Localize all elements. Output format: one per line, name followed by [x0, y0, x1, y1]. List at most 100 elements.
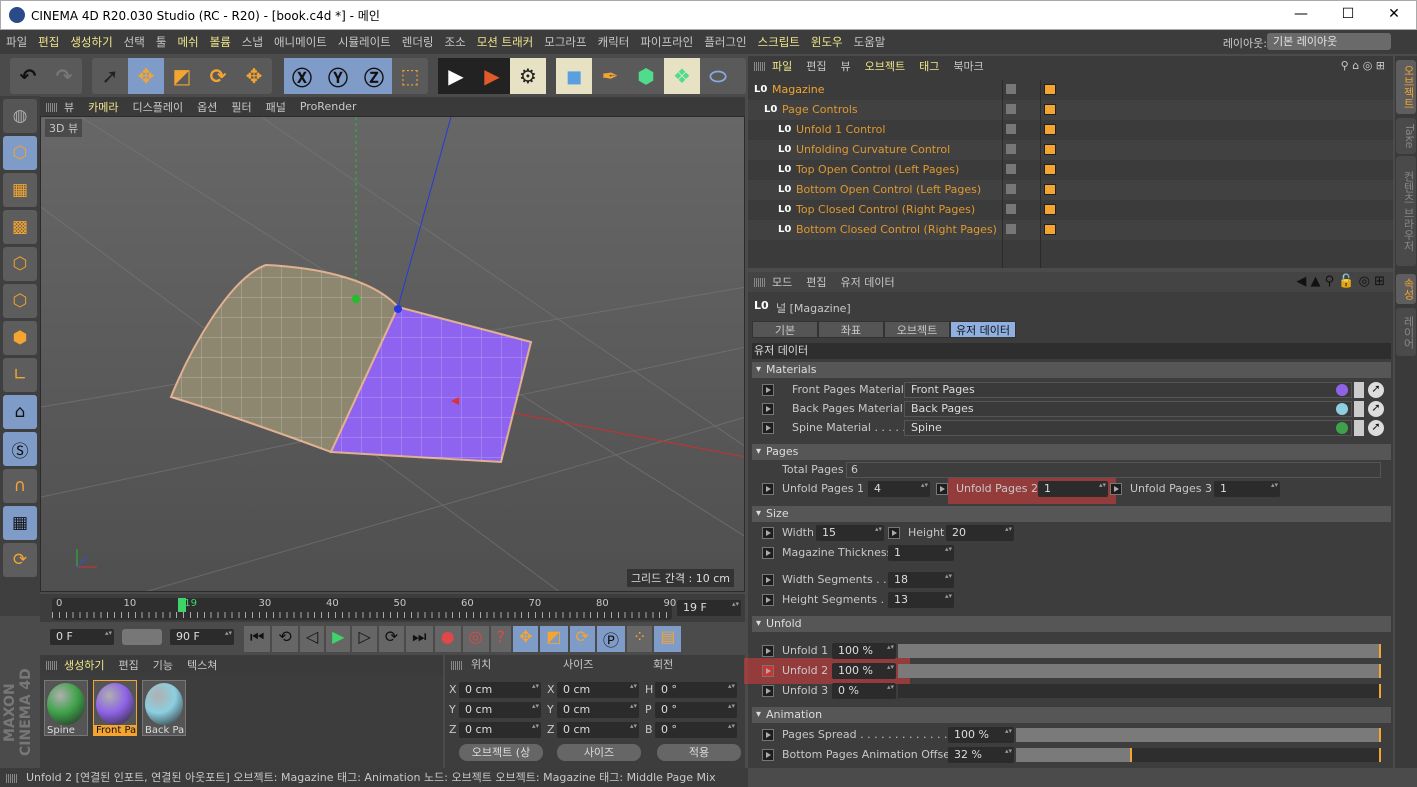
coord-field[interactable]: 0 cm: [459, 722, 541, 738]
key-rotation-icon[interactable]: ⟳: [569, 626, 595, 652]
key-pla-icon[interactable]: ⁘: [626, 626, 653, 652]
unfold-slider[interactable]: [898, 644, 1381, 658]
menu-item[interactable]: 선택: [124, 34, 145, 50]
keyframe-selection-icon[interactable]: ?: [490, 626, 511, 652]
viewport-menu-item[interactable]: 패널: [266, 99, 286, 115]
object-row[interactable]: L0 Bottom Closed Control (Right Pages): [748, 220, 1393, 240]
subdivision-icon[interactable]: ⬢: [628, 58, 664, 94]
unfold-pages-1-field[interactable]: 4: [868, 481, 930, 497]
unfold-field[interactable]: 100 %: [832, 643, 896, 659]
material-link-field[interactable]: Front Pages: [904, 382, 1352, 398]
visibility-toggle[interactable]: [1006, 124, 1016, 134]
object-menu-item[interactable]: 태그: [919, 58, 939, 74]
prev-frame-icon[interactable]: ◁: [299, 626, 325, 652]
object-row[interactable]: L0 Magazine: [748, 80, 1393, 100]
menu-item[interactable]: 파일: [6, 34, 27, 50]
attribute-nav-icons[interactable]: ◀ ▲ ⚲ 🔓 ◎ ⊞: [1296, 274, 1385, 289]
xpresso-tag-icon[interactable]: [1044, 124, 1056, 135]
visibility-toggle[interactable]: [1006, 104, 1016, 114]
link-arrow-button[interactable]: [1354, 382, 1364, 398]
side-tab-1[interactable]: Take: [1396, 118, 1416, 154]
workplane-rotate-icon[interactable]: ⟳: [3, 543, 37, 577]
points-mode-icon[interactable]: ⬡: [3, 247, 37, 281]
unfold-field[interactable]: 0 %: [832, 683, 896, 699]
viewport-menu-item[interactable]: 뷰: [64, 99, 74, 115]
object-row[interactable]: L0 Bottom Open Control (Left Pages): [748, 180, 1393, 200]
material-menu-item[interactable]: 편집: [118, 657, 138, 673]
key-param-icon[interactable]: Ⓟ: [596, 626, 625, 652]
cloner-icon[interactable]: ❖: [664, 58, 700, 94]
viewport-menu-item[interactable]: 옵션: [197, 99, 217, 115]
range-slider[interactable]: [122, 629, 162, 645]
xpresso-tag-icon[interactable]: [1044, 84, 1056, 95]
object-row[interactable]: L0 Unfolding Curvature Control: [748, 140, 1393, 160]
coord-field[interactable]: 0 °: [655, 702, 737, 718]
xpresso-tag-icon[interactable]: [1044, 144, 1056, 155]
scale-icon[interactable]: ◩: [164, 58, 200, 94]
object-menu-item[interactable]: 오브젝트: [865, 58, 905, 74]
coord-field[interactable]: 0 cm: [459, 702, 541, 718]
keyframe-button[interactable]: [762, 527, 774, 539]
viewport-menu-item[interactable]: 필터: [231, 99, 251, 115]
xpresso-tag-icon[interactable]: [1044, 104, 1056, 115]
solo-icon[interactable]: Ⓢ: [3, 432, 37, 466]
viewport-menu-item[interactable]: 디스플레이: [133, 99, 184, 115]
key-position-icon[interactable]: ✥: [513, 626, 539, 652]
tab-3[interactable]: 유저 데이터: [950, 321, 1016, 338]
minimize-button[interactable]: —: [1286, 6, 1316, 22]
keyframe-button[interactable]: [762, 574, 774, 586]
3d-viewport[interactable]: 3D 뷰 그리드 간격 : 10 cm: [40, 116, 745, 592]
current-frame-field[interactable]: 19 F: [677, 600, 741, 616]
timeline-icon[interactable]: ▤: [654, 626, 682, 652]
coordinate-system-icon[interactable]: ⬚: [392, 58, 428, 94]
menu-item[interactable]: 파이프라인: [640, 34, 693, 50]
material-swatch[interactable]: Front Pa: [93, 680, 137, 736]
menu-item[interactable]: 스냅: [242, 34, 263, 50]
animation-field[interactable]: 100 %: [948, 727, 1014, 743]
keyframe-button[interactable]: [762, 547, 774, 559]
side-tab-2[interactable]: 컨텐츠 브라우저: [1396, 156, 1416, 266]
keyframe-button[interactable]: [762, 384, 774, 396]
keyframe-button[interactable]: [936, 483, 948, 495]
close-button[interactable]: ✕: [1379, 6, 1409, 22]
menu-item[interactable]: 스크립트: [758, 34, 800, 50]
keyframe-button[interactable]: [762, 749, 774, 761]
cube-icon[interactable]: ◼: [556, 58, 592, 94]
object-manager-tools-icon[interactable]: ⚲ ⌂ ◎ ⊞: [1341, 59, 1385, 72]
object-menu-item[interactable]: 뷰: [841, 58, 851, 74]
menu-item[interactable]: 모션 트래커: [477, 34, 534, 50]
link-arrow-button[interactable]: [1354, 401, 1364, 417]
size-mode-dropdown[interactable]: 사이즈: [557, 744, 641, 761]
go-to-start-icon[interactable]: ⏮: [244, 626, 271, 652]
visibility-toggle[interactable]: [1006, 184, 1016, 194]
menu-item[interactable]: 윈도우: [811, 34, 843, 50]
model-mode-icon[interactable]: ⬡: [3, 136, 37, 170]
record-icon[interactable]: ●: [434, 626, 461, 652]
menu-item[interactable]: 편집: [38, 34, 59, 50]
coord-field[interactable]: 0 cm: [459, 682, 541, 698]
menu-item[interactable]: 툴: [156, 34, 167, 50]
move-icon[interactable]: ✥: [128, 58, 164, 94]
animation-section[interactable]: Animation: [752, 707, 1391, 723]
animation-field[interactable]: 32 %: [948, 747, 1014, 763]
keyframe-button[interactable]: [762, 729, 774, 741]
object-row[interactable]: L0 Top Closed Control (Right Pages): [748, 200, 1393, 220]
undo-icon[interactable]: ↶: [10, 58, 46, 94]
coord-field[interactable]: 0 cm: [557, 702, 639, 718]
y-axis-icon[interactable]: Ⓨ: [320, 58, 356, 94]
thickness-field[interactable]: 1: [888, 545, 954, 561]
z-axis-icon[interactable]: Ⓩ: [356, 58, 392, 94]
render-view-icon[interactable]: ▶: [438, 58, 474, 94]
object-row[interactable]: L0 Unfold 1 Control: [748, 120, 1393, 140]
menu-item[interactable]: 모그라프: [544, 34, 586, 50]
tweak-mode-icon[interactable]: ⌂: [3, 395, 37, 429]
visibility-toggle[interactable]: [1006, 204, 1016, 214]
make-editable-icon[interactable]: ◍: [3, 99, 37, 133]
x-axis-icon[interactable]: Ⓧ: [284, 58, 320, 94]
render-picture-viewer-icon[interactable]: ▶: [474, 58, 510, 94]
menu-item[interactable]: 조소: [445, 34, 466, 50]
object-menu-item[interactable]: 파일: [772, 58, 792, 74]
edges-mode-icon[interactable]: ⬡: [3, 284, 37, 318]
pen-icon[interactable]: ✒: [592, 58, 628, 94]
pick-object-icon[interactable]: ➚: [1368, 382, 1384, 398]
